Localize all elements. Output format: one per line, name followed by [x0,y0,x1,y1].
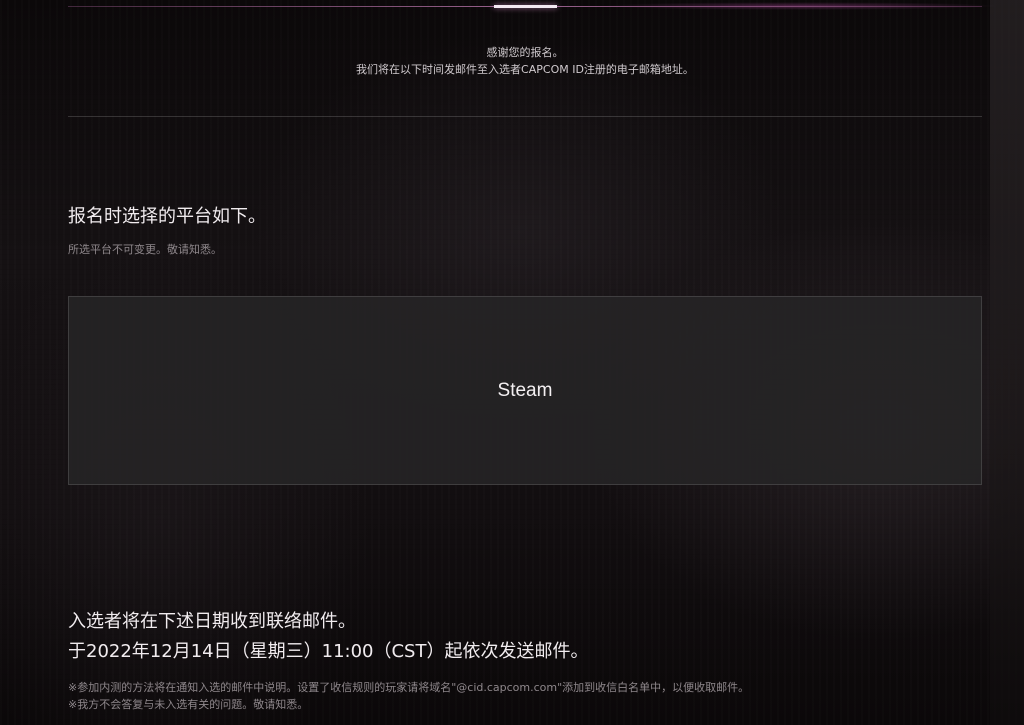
footnote-1: ※参加内测的方法将在通知入选的邮件中说明。设置了收信规则的玩家请将域名"@cid… [68,681,750,694]
platform-section-note: 所选平台不可变更。敬请知悉。 [68,243,222,256]
selected-platform-panel: Steam [68,296,982,485]
notice-line-2: 我们将在以下时间发邮件至入选者CAPCOM ID注册的电子邮箱地址。 [356,63,694,76]
selected-platform-name: Steam [497,379,553,401]
mail-schedule-heading: 入选者将在下述日期收到联络邮件。 于2022年12月14日（星期三）11:00（… [68,607,588,667]
background-pillar [990,0,1024,725]
mail-heading-line-2: 于2022年12月14日（星期三）11:00（CST）起依次发送邮件。 [68,641,589,662]
platform-section-title: 报名时选择的平台如下。 [68,206,266,227]
page: 感谢您的报名。 我们将在以下时间发邮件至入选者CAPCOM ID注册的电子邮箱地… [0,0,1024,725]
notice-line-1: 感谢您的报名。 [486,46,564,59]
mail-footnotes: ※参加内测的方法将在通知入选的邮件中说明。设置了收信规则的玩家请将域名"@cid… [68,679,749,713]
section-divider [68,116,982,117]
progress-active-indicator [494,5,557,8]
footnote-2: ※我方不会答复与未入选有关的问题。敬请知悉。 [68,698,309,711]
mail-heading-line-1: 入选者将在下述日期收到联络邮件。 [68,611,356,632]
registration-notice: 感谢您的报名。 我们将在以下时间发邮件至入选者CAPCOM ID注册的电子邮箱地… [68,44,982,78]
